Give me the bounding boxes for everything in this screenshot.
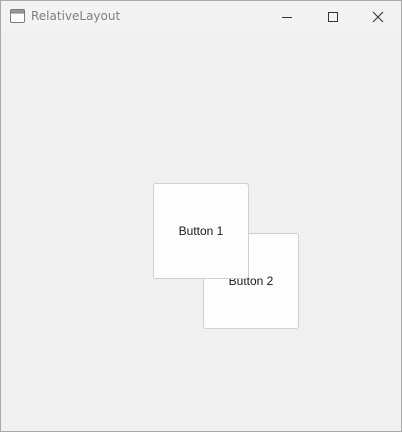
window-title: RelativeLayout bbox=[31, 9, 121, 23]
app-window: RelativeLayout Button 2 Button 1 bbox=[0, 0, 402, 432]
close-button[interactable] bbox=[355, 1, 401, 32]
maximize-button[interactable] bbox=[310, 1, 356, 32]
maximize-icon bbox=[328, 11, 338, 22]
relative-layout-panel: Button 2 Button 1 bbox=[1, 32, 401, 431]
window-app-icon bbox=[10, 9, 25, 23]
minimize-button[interactable] bbox=[264, 1, 310, 32]
minimize-icon bbox=[282, 16, 292, 18]
button-1[interactable]: Button 1 bbox=[153, 183, 249, 279]
close-icon bbox=[372, 11, 384, 22]
title-bar[interactable]: RelativeLayout bbox=[1, 1, 401, 32]
